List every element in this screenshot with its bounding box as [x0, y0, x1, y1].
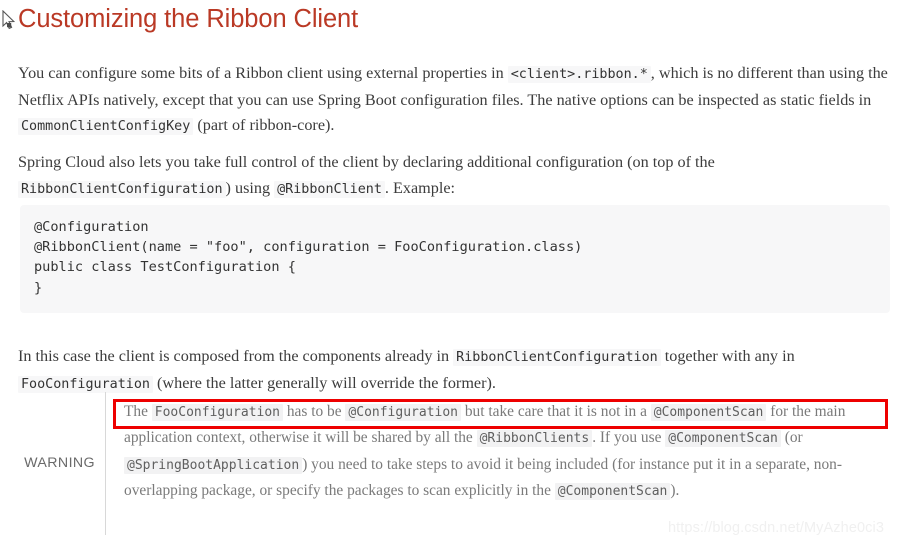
- admonition-text-1: The: [124, 403, 152, 420]
- admonition-divider: [105, 392, 106, 535]
- inline-code-ribbonclientconfiguration-2: RibbonClientConfiguration: [453, 349, 661, 367]
- admonition-text-5: . If you use: [592, 429, 666, 447]
- inline-code-ribbonclients: @RibbonClients: [476, 430, 593, 448]
- inline-code-componentscan-3: @ComponentScan: [554, 483, 671, 501]
- paragraph-spring-cloud-text-2: ) using: [225, 178, 275, 197]
- inline-code-componentscan-1: @ComponentScan: [650, 404, 767, 421]
- admonition-text-3: but take care that it is not in a: [461, 403, 651, 420]
- paragraph-composition: In this case the client is composed from…: [18, 344, 892, 397]
- mouse-cursor-icon: [2, 10, 16, 30]
- paragraph-spring-cloud-text-1: Spring Cloud also lets you take full con…: [18, 153, 715, 172]
- page-title: Customizing the Ribbon Client: [18, 5, 359, 33]
- inline-code-commonclientconfigkey: CommonClientConfigKey: [18, 118, 194, 136]
- paragraph-composition-text-1: In this case the client is composed from…: [18, 347, 454, 366]
- admonition-text-2: has to be: [283, 403, 346, 420]
- inline-code-ribbonclient-annotation: @RibbonClient: [274, 180, 385, 198]
- paragraph-intro-text-1: You can configure some bits of a Ribbon …: [18, 64, 508, 83]
- inline-code-fooconfiguration-2: FooConfiguration: [151, 404, 284, 421]
- paragraph-intro: You can configure some bits of a Ribbon …: [18, 61, 892, 140]
- paragraph-composition-text-2: together with any in: [660, 347, 795, 366]
- inline-code-configuration-annotation: @Configuration: [345, 404, 461, 421]
- inline-code-client-ribbon: <client>.ribbon.*: [507, 66, 651, 84]
- inline-code-componentscan-2: @ComponentScan: [665, 430, 781, 448]
- code-block-content: @Configuration @RibbonClient(name = "foo…: [34, 219, 583, 296]
- inline-code-fooconfiguration-1: FooConfiguration: [18, 375, 153, 393]
- paragraph-composition-text-3: (where the latter generally will overrid…: [153, 373, 496, 392]
- inline-code-springbootapplication: @SpringBootApplication: [124, 456, 303, 474]
- paragraph-spring-cloud-text-3: . Example:: [384, 178, 456, 197]
- admonition-warning: WARNING The FooConfiguration has to be @…: [0, 392, 910, 537]
- admonition-text-6: (or: [780, 429, 803, 447]
- code-block-testconfiguration: @Configuration @RibbonClient(name = "foo…: [20, 205, 890, 313]
- admonition-label-warning: WARNING: [24, 455, 95, 471]
- admonition-body: The FooConfiguration has to be @Configur…: [124, 399, 884, 505]
- admonition-text-8: ).: [670, 482, 680, 500]
- paragraph-intro-text-3: (part of ribbon-core).: [193, 116, 335, 135]
- inline-code-ribbonclientconfiguration-1: RibbonClientConfiguration: [18, 180, 226, 198]
- paragraph-spring-cloud: Spring Cloud also lets you take full con…: [18, 150, 808, 202]
- document-page: Customizing the Ribbon Client You can co…: [0, 0, 910, 548]
- watermark: https://blog.csdn.net/MyAzhe0ci3: [668, 520, 884, 536]
